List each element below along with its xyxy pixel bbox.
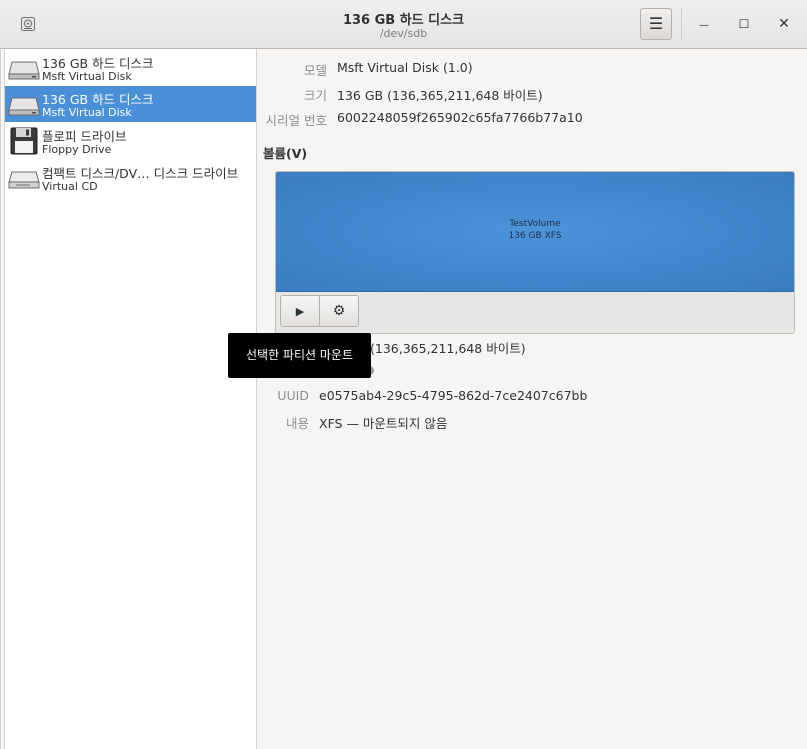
model-label: 모델 — [303, 63, 327, 78]
play-icon: ▶ — [295, 305, 305, 318]
maximize-icon: ☐ — [738, 17, 750, 31]
device-subtitle: Floppy Drive — [42, 143, 112, 156]
partition-options-button[interactable]: ⚙ — [319, 295, 359, 327]
volume-map: TestVolume 136 GB XFS ▶ ⚙ — [275, 171, 795, 334]
contents-value: XFS — 마운트되지 않음 — [319, 416, 448, 431]
device-sidebar: 136 GB 하드 디스크 Msft Virtual Disk 136 GB 하… — [5, 49, 257, 749]
header-separator — [681, 8, 682, 40]
optical-drive-icon — [8, 171, 40, 189]
minimize-icon: — — [699, 20, 709, 31]
partition-block[interactable]: TestVolume 136 GB XFS — [276, 172, 794, 292]
device-list-item[interactable]: 136 GB 하드 디스크 Msft Virtual Disk — [5, 50, 256, 86]
disks-window: 136 GB 하드 디스크 /dev/sdb ☰ — ☐ ✕ 136 GB 하드… — [0, 0, 807, 749]
device-list-item[interactable]: 컴팩트 디스크/DV… 디스크 드라이브 Virtual CD — [5, 160, 256, 196]
device-subtitle: Virtual CD — [42, 180, 98, 193]
serial-label: 시리얼 번호 — [265, 113, 327, 128]
device-subtitle: Msft Virtual Disk — [42, 70, 132, 83]
drive-details-panel: 모델 Msft Virtual Disk (1.0) 크기 136 GB (13… — [257, 49, 807, 749]
partition-name: TestVolume — [509, 219, 561, 229]
floppy-icon — [10, 127, 38, 155]
header-bar: 136 GB 하드 디스크 /dev/sdb ☰ — ☐ ✕ — [0, 0, 807, 49]
hard-disk-icon — [8, 97, 40, 116]
volumes-heading: 볼륨(V) — [263, 146, 308, 161]
device-subtitle: Msft Virtual Disk — [42, 106, 132, 119]
contents-label: 내용 — [285, 416, 309, 431]
model-value: Msft Virtual Disk (1.0) — [337, 60, 473, 75]
menu-button[interactable]: ☰ — [640, 8, 672, 40]
size-value: 136 GB (136,365,211,648 바이트) — [337, 88, 543, 103]
device-list-item[interactable]: 플로피 드라이브 Floppy Drive — [5, 123, 256, 159]
hard-disk-icon — [8, 61, 40, 80]
uuid-value: e0575ab4-29c5-4795-862d-7ce2407c67bb — [319, 388, 588, 403]
hamburger-icon: ☰ — [648, 14, 664, 33]
device-list-item-selected[interactable]: 136 GB 하드 디스크 Msft Virtual Disk — [5, 86, 256, 122]
window-title: 136 GB 하드 디스크 — [342, 13, 465, 28]
size-label: 크기 — [303, 88, 327, 103]
minimize-button[interactable]: — — [688, 8, 720, 40]
volume-size-value: (136,365,211,648 바이트) — [370, 341, 526, 356]
partition-size: 136 GB XFS — [508, 231, 562, 241]
close-icon: ✕ — [778, 16, 790, 32]
close-button[interactable]: ✕ — [768, 8, 800, 40]
mount-tooltip: 선택한 파티션 마운트 — [228, 333, 371, 378]
window-edge-line — [0, 26, 1, 749]
uuid-label: UUID — [277, 388, 309, 403]
window-subtitle: /dev/sdb — [379, 27, 428, 40]
maximize-button[interactable]: ☐ — [728, 8, 760, 40]
gear-icon: ⚙ — [332, 303, 346, 319]
serial-value: 6002248059f265902c65fa7766b77a10 — [337, 110, 583, 125]
mount-button[interactable]: ▶ — [280, 295, 320, 327]
